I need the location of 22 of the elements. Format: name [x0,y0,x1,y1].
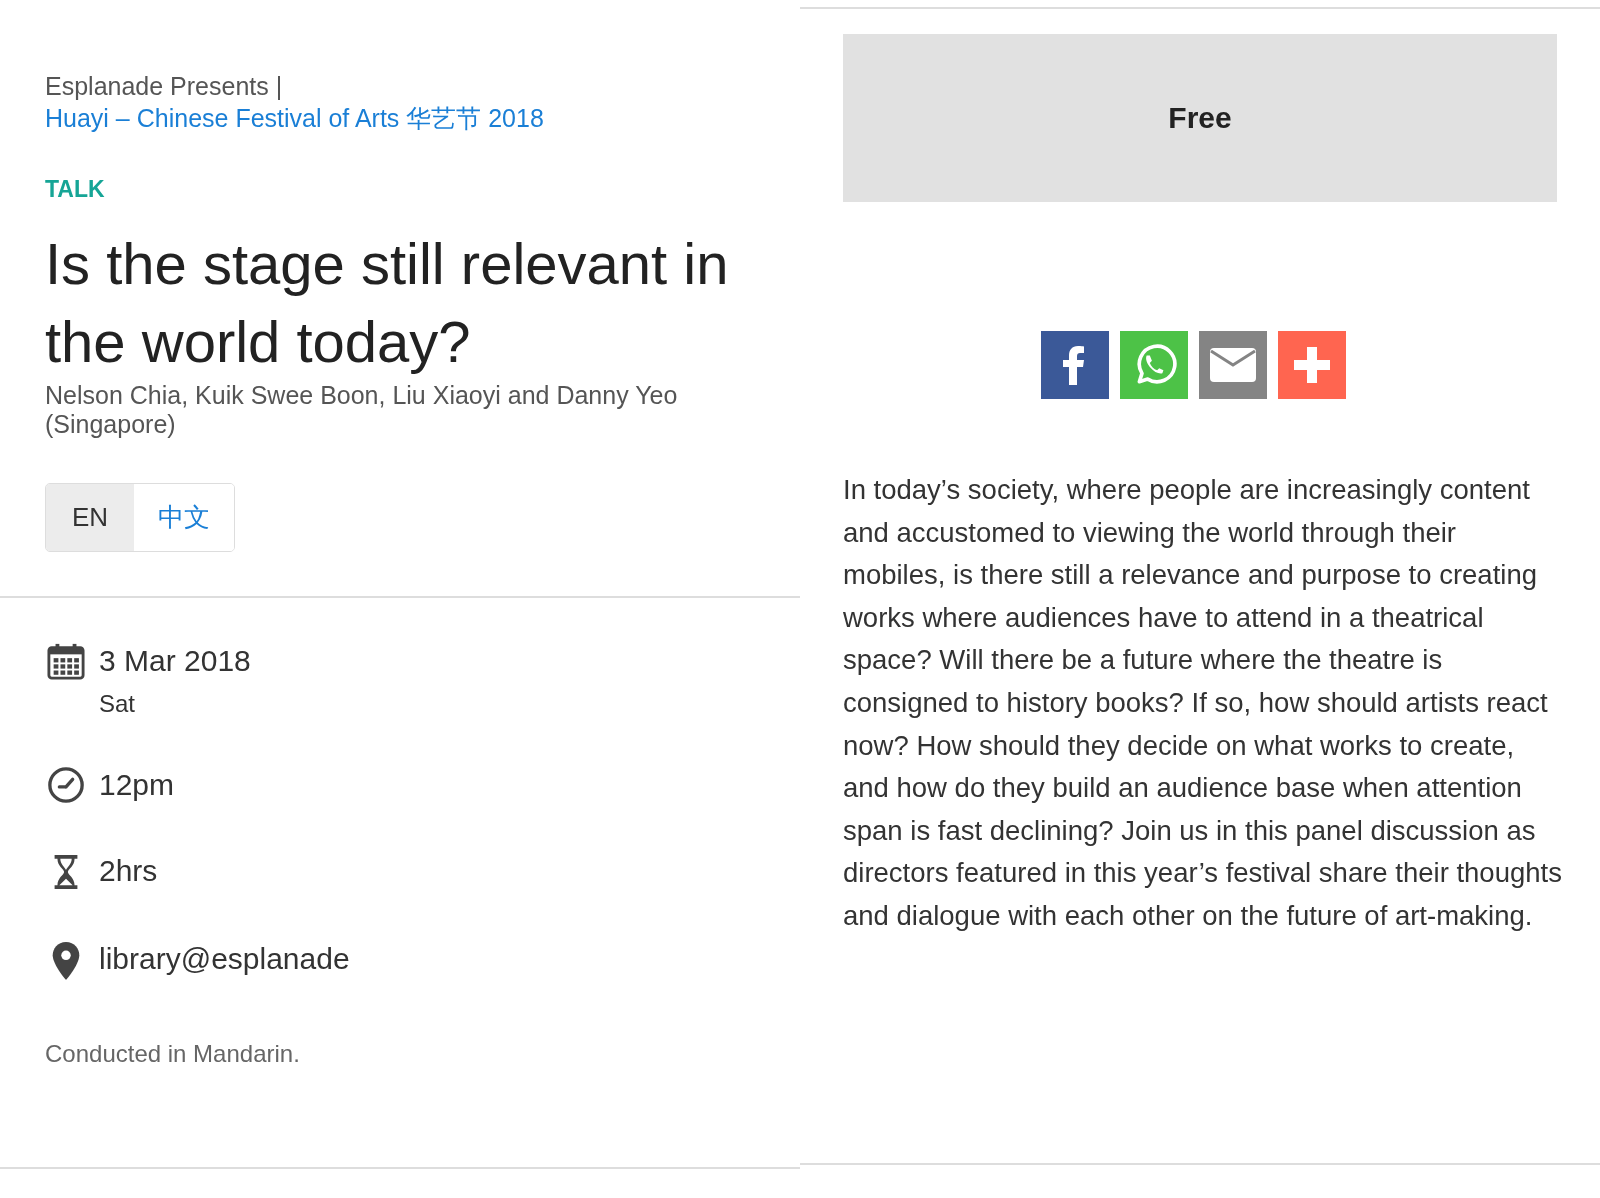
event-title: Is the stage still relevant in the world today? [45,230,730,376]
duration-text: 2hrs [99,853,158,889]
date-text: 3 Mar 2018 [99,643,251,679]
email-share-button[interactable] [1198,331,1267,399]
whatsapp-share-button[interactable] [1119,331,1188,399]
plus-icon [1293,347,1330,383]
venue-text: library@esplanade [99,941,350,977]
breadcrumb: Esplanade Presents | Huayi – Chinese Festival of Arts 华艺节 2018 [45,71,545,134]
clock-icon [47,766,85,804]
price-text: Free [1168,101,1232,135]
more-share-button[interactable] [1277,331,1346,399]
calendar-icon [47,642,85,680]
language-note: Conducted in Mandarin. [45,1040,301,1068]
time-text: 12pm [99,767,175,803]
weekday-text: Sat [99,690,137,718]
category-label: TALK [45,176,106,203]
envelope-icon [1208,347,1257,383]
language-tab[interactable]: EN [46,484,135,551]
facebook-share-button[interactable] [1040,331,1109,399]
artists-text: Nelson Chia, Kuik Swee Boon, Liu Xiaoyi and Danny Yeo (Singapore) [45,381,679,439]
festival-link[interactable]: Huayi – Chinese Festival of Arts 华艺节 2018 [45,102,544,134]
event-description: In today’s society, where people are increasingly content and accustomed to viewing the world through their mobiles, is there still a relevance and purpose to creating works where audiences have to attend in a theatrical space? Will there be a future where the theatre is consigned to history books? If so, how should artists react now? How should they decide on what works to create, and how do they build an audience base when attention span is fast declining? Join us in this panel discussion as directors featured in this year’s festival share their thoughts and dialogue with each other on the future of art-making. [843,473,1563,933]
